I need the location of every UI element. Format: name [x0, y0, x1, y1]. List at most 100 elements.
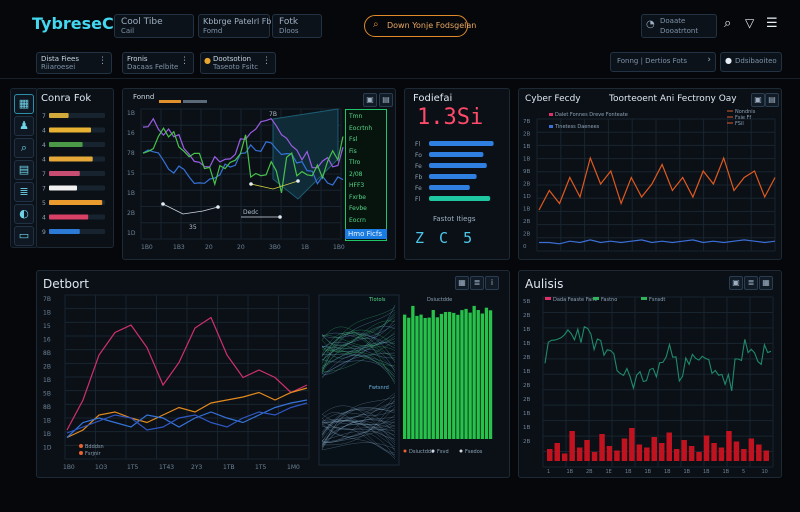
side-list-item[interactable]: Tlro: [349, 159, 360, 166]
bar-4: [49, 171, 80, 176]
panel-bottom: Detbort ▦ ≣ i 7B 1B 15 16 8B 2B 1B 5B 8B 1B 1B 1D 1B…: [36, 270, 510, 478]
toolbar-select-1-line1: Dista Fiees: [41, 55, 79, 63]
search-icon[interactable]: ⌕: [14, 138, 34, 158]
red-bar-23: [718, 447, 725, 461]
side-list-selected[interactable]: Hmo Ficfs: [345, 229, 387, 239]
bar-label: 4: [42, 128, 46, 135]
green-bar: [456, 314, 460, 439]
user-box-line2: Dooatrtont: [660, 27, 699, 35]
toolbar-right-label-box[interactable]: ● Ddsibaoiteo: [720, 52, 782, 72]
panel-lines-chart: 7B 2B 1B 1B 9B 2B 1D 1B 2B 2B 0 Dalet Fonnes Dreve …: [523, 109, 776, 252]
side-list-item[interactable]: HFF3: [349, 182, 364, 189]
header-select-a-line1: Cool Tibe: [121, 17, 163, 27]
analytics-icon[interactable]: ◐: [14, 204, 34, 224]
green-bar: [476, 310, 480, 439]
side-list-item[interactable]: Eocrtnh: [349, 125, 372, 132]
side-list-item[interactable]: Fxrbe: [349, 194, 366, 201]
red-bar-17: [673, 449, 680, 461]
toolbar-select-1[interactable]: Dista Fiees Riiaroesei ⋮: [36, 52, 112, 74]
search-button[interactable]: ⌕ Down Yonje Fodsgelan: [364, 15, 476, 37]
red-bar-3: [569, 431, 575, 461]
side-list-item[interactable]: Fis: [349, 148, 357, 155]
y-tick-label: 1B: [523, 207, 530, 213]
menu-icon[interactable]: ☰: [766, 16, 778, 31]
kpi-footer: Fastot Itiegs: [433, 215, 476, 223]
kpi-row-bar: [429, 152, 484, 157]
bar-3: [49, 156, 93, 162]
red-bar-12: [636, 444, 643, 461]
side-list-item[interactable]: Eocrn: [349, 217, 366, 224]
user-icon[interactable]: ♟: [14, 116, 34, 136]
header-select-b[interactable]: Kbbrge Patelrl Fbb Fomd: [198, 14, 277, 38]
side-list-item[interactable]: Fsl: [349, 136, 357, 143]
red-bar-16: [666, 432, 672, 461]
node-label: 7B: [269, 111, 277, 118]
x-tick-label: 2B: [586, 469, 593, 475]
panel-lines: Cyber Fecdy Toorteoent Ani Fectrony Oay …: [518, 88, 782, 260]
header-select-c-line2: Dloos: [279, 27, 299, 35]
folder-icon[interactable]: ▭: [14, 226, 34, 246]
bar-label: 4: [42, 215, 46, 222]
legend-label: FSil: [735, 121, 744, 127]
chevron-right-icon: ›: [707, 55, 711, 65]
toolbar-select-3[interactable]: ● Dootsotion Taseoto Fsitc ⋮: [200, 52, 276, 74]
x-tick-label: 20: [237, 244, 245, 251]
toolbar-select-2[interactable]: Fronis Dacaas Felbite ⋮: [122, 52, 194, 74]
status-dot-icon: ●: [725, 56, 732, 65]
user-box-line1: Doaate: [660, 17, 686, 25]
x-tick-label: 1T5: [127, 464, 138, 471]
sidebar: ▦ ♟ ⌕ ▤ ≣ ◐ ▭: [10, 88, 38, 248]
panel-analysis-chart: 5B 2B 1B 1B 2B 1B 2B 2B 1B 1B 2B 1 1B 2B 1E 1B 1B 1B 1B 1B 1…: [523, 296, 774, 475]
y-tick-label: 2B: [523, 383, 530, 389]
filter-icon[interactable]: ▽: [745, 16, 754, 30]
toolbar-right-tabs[interactable]: Fonng | Dertios Fots ›: [610, 52, 716, 72]
y-tick-label: 15: [43, 323, 51, 330]
x-tick-label: 1B: [645, 469, 652, 475]
green-bar: [415, 315, 419, 439]
list-icon[interactable]: ≣: [14, 182, 34, 202]
header-select-c-line1: Fotk: [279, 17, 299, 27]
panel-bars-chart: 7 4 4 4 7 7 5 4 9: [42, 113, 105, 236]
x-tick-label: 1T43: [159, 464, 174, 471]
legend-swatch: [549, 113, 553, 116]
side-list-item[interactable]: 2/08: [349, 171, 362, 178]
red-bar-26: [741, 449, 747, 461]
x-tick-label: 1B: [625, 469, 632, 475]
y-tick-label: 1B: [523, 157, 530, 163]
series-blue: [539, 239, 776, 245]
green-bar: [452, 312, 456, 439]
dashboard-icon[interactable]: ▦: [14, 94, 34, 114]
y-tick-label: 9B: [523, 169, 530, 175]
legend-swatch: [549, 125, 553, 128]
green-bar: [468, 312, 472, 439]
bar-1: [49, 127, 91, 133]
header-select-c[interactable]: Fotk Dloos: [272, 14, 322, 38]
user-box[interactable]: ◔ Doaate Dooatrtont: [641, 14, 717, 38]
search-icon-button[interactable]: ⌕: [724, 16, 731, 31]
bar-label: 4: [42, 157, 46, 164]
y-tick-label: 1B: [523, 144, 530, 150]
document-icon[interactable]: ▤: [14, 160, 34, 180]
kpi-row-label: Fe: [415, 163, 422, 170]
header-select-a[interactable]: Cool Tibe Cail: [114, 14, 194, 38]
y-tick-label: 2B: [523, 132, 530, 138]
y-tick-label: 2B: [127, 210, 135, 217]
kpi-row-label: Fo: [415, 152, 422, 159]
node-point: [216, 205, 220, 209]
kpi-digits: Z C 5: [415, 229, 476, 247]
side-list-item[interactable]: Tmn: [349, 113, 362, 120]
y-tick-label: 2B: [523, 182, 530, 188]
bar-label: 7: [42, 186, 46, 193]
legend-label: Tinetess Daenees: [554, 124, 600, 130]
y-tick-label: 2B: [523, 397, 530, 403]
legend-swatch: [79, 444, 83, 448]
toolbar-select-3-line1: Dootsotion: [213, 55, 252, 63]
side-list-item[interactable]: Fevbe: [349, 205, 367, 212]
legend-label: Dada Feaste Fanc: [553, 297, 597, 303]
legend-label: Bdddsn: [85, 444, 104, 450]
green-bar: [435, 317, 439, 439]
header-select-b-line2: Fomd: [203, 27, 223, 35]
y-tick-label: 5B: [43, 391, 51, 398]
y-tick-label: 2B: [523, 232, 530, 238]
x-tick-label: 10: [762, 469, 768, 475]
